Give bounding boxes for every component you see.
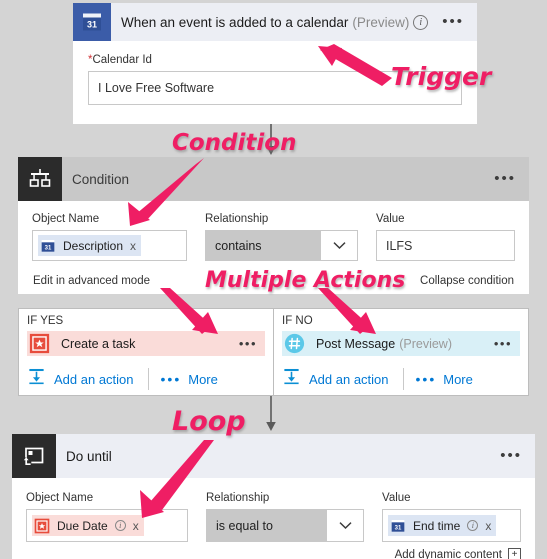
- wunderlist-star-icon: [29, 333, 50, 354]
- annotation-arrow-loop: [140, 440, 214, 518]
- branch-if-yes: IF YES Create a task ••• Add an action •…: [19, 309, 274, 395]
- add-action-icon: [27, 367, 46, 391]
- add-action-icon: [282, 367, 301, 391]
- divider: [147, 368, 149, 390]
- ellipsis-icon[interactable]: •••: [494, 337, 512, 350]
- condition-branches: IF YES Create a task ••• Add an action •…: [18, 308, 529, 396]
- info-icon[interactable]: i: [413, 14, 429, 30]
- condition-value-group: Value ILFS: [376, 213, 515, 261]
- annotation-trigger: Trigger: [391, 62, 491, 91]
- do-until-relationship-select[interactable]: is equal to: [206, 509, 364, 542]
- token-label: Description: [63, 238, 124, 253]
- if-yes-label: IF YES: [27, 315, 64, 327]
- loop-icon: [12, 434, 56, 478]
- branch-if-no: IF NO Post Message (Preview) ••• Add an …: [274, 309, 528, 395]
- condition-title: Condition: [72, 171, 130, 187]
- relationship-value: is equal to: [207, 510, 327, 541]
- calendar-31-icon: 31: [390, 518, 406, 534]
- ellipsis-icon[interactable]: •••: [500, 448, 522, 463]
- ellipsis-icon[interactable]: •••: [239, 337, 257, 350]
- divider: [402, 368, 404, 390]
- add-an-action-label: Add an action: [54, 371, 134, 387]
- annotation-arrow-condition: [128, 158, 204, 226]
- token-chip-end-time[interactable]: 31 End time i x: [388, 515, 497, 536]
- add-an-action-button-yes[interactable]: Add an action: [27, 367, 134, 391]
- more-button-yes[interactable]: ••• More: [161, 372, 218, 387]
- ellipsis-icon[interactable]: •••: [442, 14, 464, 29]
- trigger-preview-tag: (Preview): [352, 14, 410, 30]
- add-dynamic-content-button[interactable]: Add dynamic content +: [382, 542, 521, 559]
- add-dynamic-content-label: Add dynamic content: [394, 548, 502, 559]
- condition-header[interactable]: Condition •••: [18, 157, 529, 201]
- object-name-input[interactable]: 31 Description x: [32, 230, 187, 261]
- svg-text:31: 31: [87, 19, 97, 29]
- info-icon[interactable]: i: [467, 520, 479, 531]
- annotation-loop-text: Loop: [172, 406, 246, 437]
- do-until-body: Object Name Due Date i x Relationship is…: [12, 478, 535, 559]
- flow-designer-canvas: 31 When an event is added to a calendar …: [0, 0, 547, 559]
- add-an-action-label: Add an action: [309, 371, 389, 387]
- trigger-title: When an event is added to a calendar: [121, 14, 349, 30]
- edit-advanced-mode-link[interactable]: Edit in advanced mode: [33, 275, 150, 287]
- connector-condition-to-dountil: [266, 396, 276, 431]
- token-label: End time: [413, 518, 461, 533]
- do-until-relationship-group: Relationship is equal to: [206, 492, 364, 559]
- action-create-a-task[interactable]: Create a task •••: [27, 331, 265, 356]
- add-an-action-button-no[interactable]: Add an action: [282, 367, 389, 391]
- ellipsis-icon[interactable]: •••: [494, 171, 516, 186]
- action-label: Create a task: [61, 336, 136, 351]
- do-until-title: Do until: [66, 448, 112, 464]
- info-icon[interactable]: i: [114, 520, 126, 531]
- condition-relationship-group: Relationship contains: [205, 213, 358, 261]
- plus-box-icon[interactable]: +: [508, 548, 521, 559]
- annotation-multiple-actions-text: Multiple Actions: [205, 268, 406, 293]
- token-chip-description[interactable]: 31 Description x: [38, 235, 142, 256]
- value-label: Value: [376, 213, 405, 225]
- chevron-down-icon[interactable]: [321, 231, 357, 260]
- more-button-no[interactable]: ••• More: [416, 372, 473, 387]
- collapse-condition-link[interactable]: Collapse condition: [420, 275, 514, 287]
- close-icon[interactable]: x: [485, 519, 491, 533]
- annotation-condition: Condition: [172, 130, 296, 156]
- calendar-31-icon: 31: [40, 238, 56, 254]
- close-icon[interactable]: x: [133, 519, 139, 533]
- annotation-arrow-actions-no: [318, 288, 376, 334]
- relationship-label: Relationship: [206, 492, 270, 504]
- relationship-label: Relationship: [205, 213, 269, 225]
- annotation-trigger-text: Trigger: [391, 62, 492, 91]
- value-label: Value: [382, 492, 411, 504]
- svg-text:31: 31: [45, 245, 52, 251]
- do-until-value-group: Value 31 End time i x Add dynamic conten…: [382, 492, 521, 559]
- slack-hash-icon: [284, 333, 305, 354]
- close-icon[interactable]: x: [130, 239, 136, 253]
- annotation-condition-text: Condition: [172, 130, 297, 156]
- condition-value-input[interactable]: ILFS: [376, 230, 515, 261]
- relationship-select[interactable]: contains: [205, 230, 358, 261]
- ellipsis-icon: •••: [160, 371, 182, 387]
- wunderlist-star-icon: [34, 518, 50, 534]
- chevron-down-icon[interactable]: [327, 510, 363, 541]
- calendar-id-label-text: Calendar Id: [92, 54, 152, 66]
- annotation-arrow-actions-yes: [160, 288, 218, 334]
- more-label: More: [188, 371, 218, 387]
- trigger-header[interactable]: 31 When an event is added to a calendar …: [73, 3, 477, 41]
- do-until-header[interactable]: Do until •••: [12, 434, 535, 478]
- do-until-card[interactable]: Do until ••• Object Name Due Date i x Re…: [12, 434, 535, 559]
- token-label: Due Date: [57, 518, 108, 533]
- relationship-value: contains: [206, 231, 321, 260]
- more-label: More: [443, 371, 473, 387]
- annotation-multiple-actions: Multiple Actions: [205, 268, 405, 293]
- svg-text:31: 31: [395, 525, 402, 531]
- action-preview-tag: (Preview): [399, 336, 453, 351]
- token-chip-due-date[interactable]: Due Date i x: [32, 515, 144, 536]
- ellipsis-icon: •••: [415, 371, 437, 387]
- annotation-loop: Loop: [172, 406, 246, 437]
- condition-branch-icon: [18, 157, 62, 201]
- calendar-31-icon: 31: [73, 3, 111, 41]
- do-until-value-input[interactable]: 31 End time i x: [382, 509, 521, 542]
